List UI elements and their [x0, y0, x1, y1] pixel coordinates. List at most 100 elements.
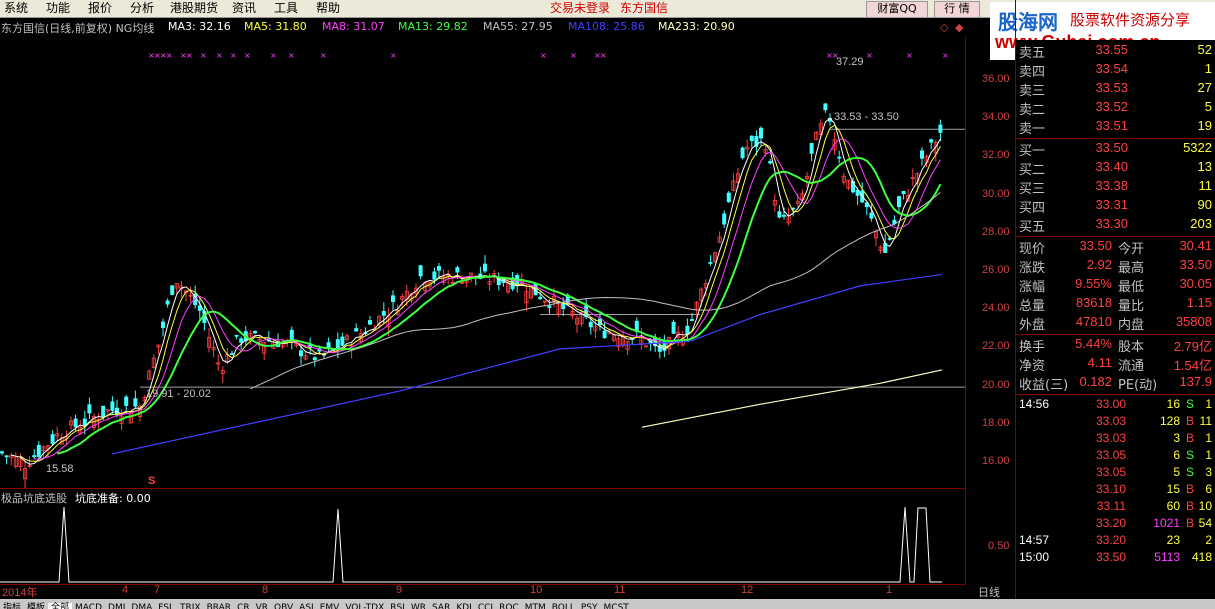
menu-item-system[interactable]: 系统 [2, 0, 30, 17]
quote-row: 换手 5.44% 股本 2.79亿 [1016, 336, 1215, 355]
indicator-tab[interactable]: CCI [475, 603, 496, 609]
bid-label: 买二 [1019, 163, 1046, 178]
indicator-tab[interactable]: CR [234, 603, 253, 609]
candle-body [133, 398, 138, 407]
menu-item-function[interactable]: 功能 [44, 0, 72, 17]
quote-value: 2.92 [1086, 257, 1112, 272]
quote-row: 涨幅 9.55% 最低 30.05 [1016, 276, 1215, 295]
indicator-tab[interactable]: WR [408, 603, 429, 609]
tick-count: 1 [1205, 448, 1212, 462]
quote-label: 流通 [1118, 359, 1145, 374]
candle-body [381, 311, 386, 316]
indicator-tab[interactable]: MACD [72, 603, 105, 609]
market-button[interactable]: 行 情 [934, 1, 980, 18]
bid-price: 33.30 [1095, 216, 1128, 231]
tick-count: 1 [1205, 397, 1212, 411]
low-label: 15.58 [46, 463, 74, 475]
candle-body [455, 267, 460, 273]
indicator-tab[interactable]: 模板 [24, 603, 48, 609]
menu-item-analysis[interactable]: 分析 [128, 0, 156, 17]
tick-count: 11 [1199, 414, 1212, 428]
candle-body [335, 339, 340, 350]
indicator-tab[interactable]: SAR [429, 603, 453, 609]
price-tick-label: 32.00 [982, 149, 1010, 162]
quote-value: 30.05 [1179, 276, 1212, 291]
menu-item-hk-futures[interactable]: 港股期货 [168, 0, 220, 17]
tick-row: 33.20 1021 B 54 [1016, 516, 1215, 533]
signal-x-marker: × [570, 51, 577, 60]
indicator-tab[interactable]: OBV [271, 603, 296, 609]
tick-volume: 23 [1166, 533, 1180, 547]
candle-body [110, 401, 115, 411]
signal-x-marker: × [866, 51, 873, 60]
candle-body [685, 325, 690, 335]
quote-value: 1.54亿 [1173, 358, 1212, 373]
tick-flag: B [1186, 499, 1195, 513]
kline-chart[interactable]: × × × × × × × × × × × × × × × × × × × × × × × [0, 37, 966, 488]
indicator-tab[interactable]: DMI [105, 603, 128, 609]
tick-row: 33.05 5 S 3 [1016, 465, 1215, 482]
ask-label: 卖一 [1019, 122, 1046, 137]
tick-volume: 1021 [1153, 516, 1180, 530]
indicator-tab[interactable]: PSY [578, 603, 601, 609]
bid-qty: 203 [1190, 216, 1212, 231]
quote-value: 35808 [1175, 314, 1212, 329]
tick-volume: 5113 [1154, 550, 1180, 564]
tick-flag: B [1186, 431, 1195, 445]
indicator-tab[interactable]: DMA [128, 603, 155, 609]
indicator-tab[interactable]: EMV [317, 603, 343, 609]
month-label: 12 [741, 584, 754, 596]
bid-row: 买五 33.30 203 [1016, 216, 1215, 235]
candle-body [418, 265, 423, 277]
chart-title: 东方国信(日线,前复权) NG均线 [1, 22, 155, 35]
bid-qty: 13 [1197, 159, 1212, 174]
indicator-tab[interactable]: VOL-TDX [342, 603, 387, 609]
candle-body [170, 285, 175, 295]
ma5-value: MA5: 31.80 [244, 20, 307, 33]
bid-row: 买三 33.38 11 [1016, 178, 1215, 197]
expand-icon[interactable]: ◆ [955, 21, 963, 34]
indicator-tab[interactable]: 指标 [0, 603, 24, 609]
tick-time: 14:57 [1019, 533, 1050, 547]
indicator-tab[interactable]: VR [253, 603, 271, 609]
indicator-tab[interactable]: KDJ [453, 603, 475, 609]
indicator-tab[interactable]: MCST [601, 603, 632, 609]
tick-flag: B [1186, 482, 1195, 496]
month-label: 11 [614, 584, 626, 596]
candle-body [160, 321, 165, 328]
menu-item-help[interactable]: 帮助 [314, 0, 342, 17]
collapse-icon[interactable]: ◇ [940, 21, 948, 34]
menu-item-news[interactable]: 资讯 [230, 0, 258, 17]
menu-item-quote[interactable]: 报价 [86, 0, 114, 17]
signal-x-marker: × [942, 51, 949, 60]
month-label: 9 [396, 584, 403, 596]
indicator-tab[interactable]: 全部 [48, 603, 73, 609]
ask-label: 卖五 [1019, 46, 1046, 61]
tick-price: 33.20 [1095, 533, 1126, 547]
price-tick-label: 18.00 [982, 416, 1010, 429]
trade-login-status[interactable]: 交易未登录 [548, 0, 612, 17]
tick-time: 14:56 [1019, 397, 1050, 411]
period-label[interactable]: 日线 [978, 584, 1000, 600]
indicator-tab[interactable]: FSL [155, 603, 177, 609]
indicator-tab[interactable]: BOLL [549, 603, 578, 609]
ma8-value: MA8: 31.07 [322, 20, 385, 33]
indicator-tab[interactable]: ROC [496, 603, 522, 609]
indicator-tab[interactable]: MTM [522, 603, 549, 609]
divider [1016, 236, 1215, 237]
candle-body [0, 451, 4, 454]
price-tick-label: 16.00 [982, 455, 1010, 467]
tick-row: 33.03 128 B 11 [1016, 414, 1215, 431]
tick-price: 33.03 [1095, 414, 1126, 428]
bid-label: 买三 [1019, 182, 1046, 197]
month-label: 7 [154, 584, 161, 596]
wealth-qq-button[interactable]: 财富QQ [866, 1, 928, 18]
candle-body [32, 455, 37, 458]
candle-body [354, 328, 359, 332]
menu-item-tools[interactable]: 工具 [272, 0, 300, 17]
indicator-tab[interactable]: TRIX [177, 603, 204, 609]
indicator-tab[interactable]: RSI [387, 603, 408, 609]
indicator-tab[interactable]: ASI [296, 603, 317, 609]
indicator-tab[interactable]: BRAR [204, 603, 234, 609]
ma55-line [250, 192, 941, 390]
